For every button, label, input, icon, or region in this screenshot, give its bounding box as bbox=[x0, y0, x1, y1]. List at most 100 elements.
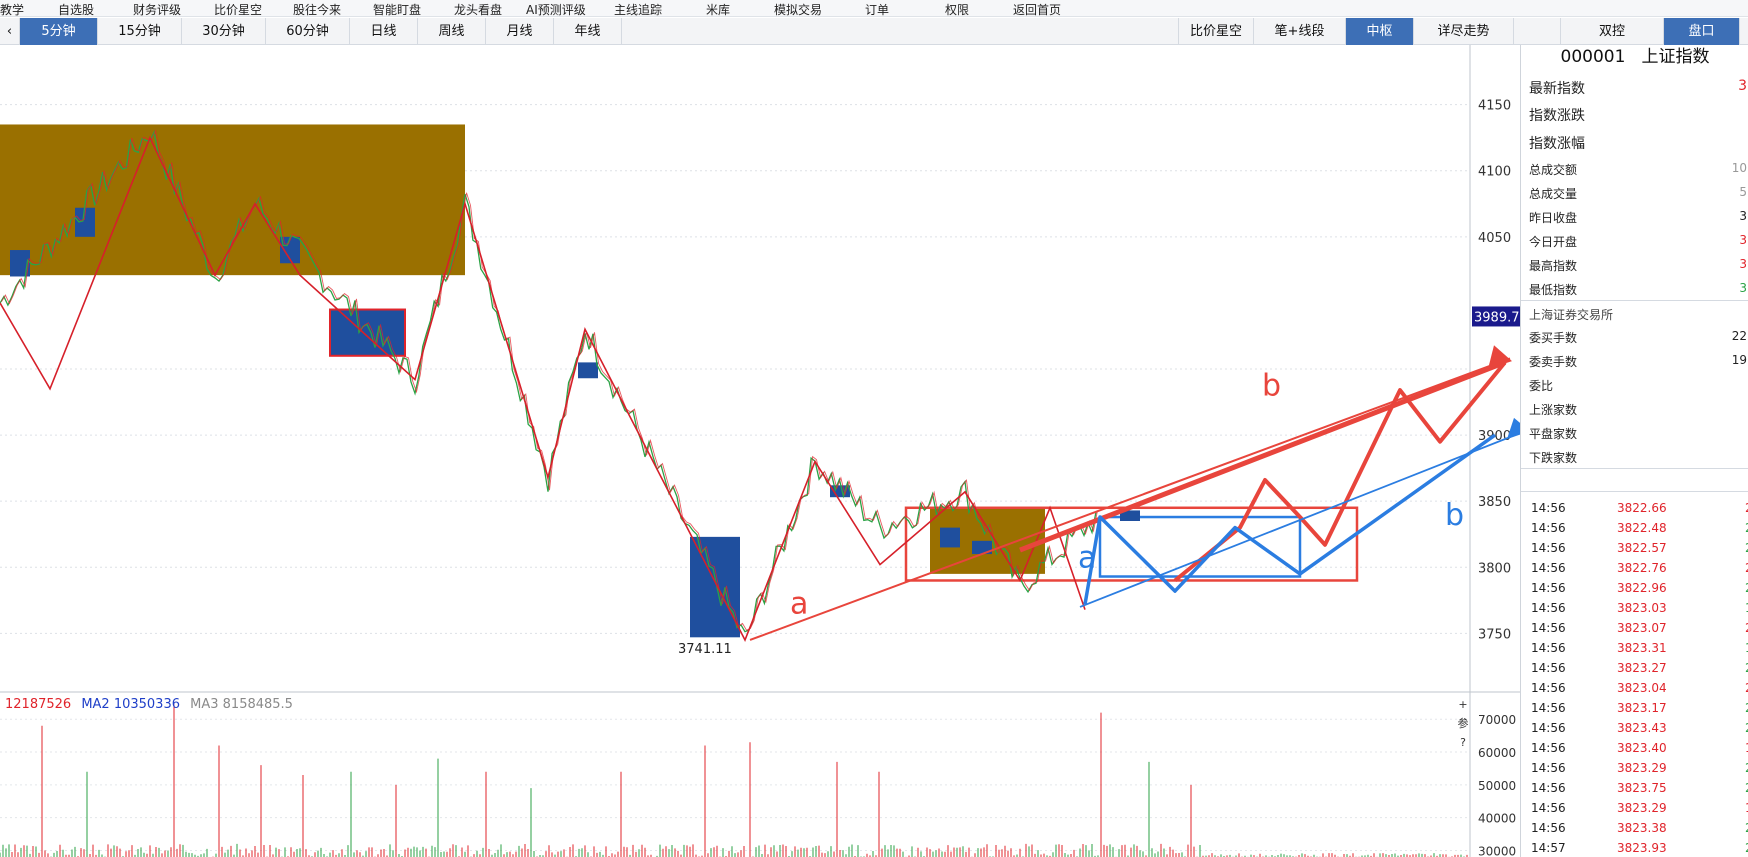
trade-price: 3823.07 bbox=[1617, 621, 1667, 635]
menu-item-permissions[interactable]: 权限 bbox=[945, 1, 969, 18]
tab-5min[interactable]: 5分钟 bbox=[20, 18, 98, 45]
trade-price: 3823.29 bbox=[1617, 761, 1667, 775]
menu-item-orders[interactable]: 订单 bbox=[865, 1, 889, 18]
volume-chart[interactable]: 70000 60000 50000 40000 30000 bbox=[0, 693, 1520, 857]
tab-30min[interactable]: 30分钟 bbox=[182, 18, 266, 45]
menu-item-history[interactable]: 股往今来 bbox=[293, 1, 341, 18]
quote-label: 指数涨幅 bbox=[1529, 136, 1585, 152]
tab-order-book[interactable]: 盘口 bbox=[1664, 18, 1740, 45]
trade-row: 14:563823.291 bbox=[1531, 801, 1748, 815]
zhongshu-block bbox=[690, 536, 740, 638]
trade-row: 14:563822.482 bbox=[1531, 521, 1748, 535]
tab-price-compare[interactable]: 比价星空 bbox=[1178, 18, 1254, 45]
quote-value: 3 bbox=[1738, 78, 1747, 94]
tab-60min[interactable]: 60分钟 bbox=[266, 18, 350, 45]
quote-label: 总成交量 bbox=[1529, 187, 1578, 201]
menu-item-teach[interactable]: 教学 bbox=[0, 1, 24, 18]
trade-row: 14:563823.292 bbox=[1531, 761, 1748, 775]
price-tick-label: 3850 bbox=[1478, 495, 1511, 510]
quote-label: 昨日收盘 bbox=[1529, 211, 1578, 225]
ma2-label: MA2 10350336 bbox=[81, 697, 180, 712]
tab-zhongshu[interactable]: 中枢 bbox=[1346, 18, 1414, 45]
menu-item-home[interactable]: 返回首页 bbox=[1013, 1, 1061, 18]
quote-label: 委买手数 bbox=[1529, 331, 1578, 345]
trade-row: 14:563822.662 bbox=[1531, 501, 1748, 515]
trade-time: 14:56 bbox=[1531, 561, 1566, 575]
annotation-label: a bbox=[1078, 540, 1096, 575]
tab-stroke-segment[interactable]: 笔+线段 bbox=[1254, 18, 1346, 45]
trade-price: 3823.04 bbox=[1617, 681, 1667, 695]
menu-item-watchlist[interactable]: 自选股 bbox=[58, 1, 94, 18]
exchange-name: 上海证券交易所 bbox=[1529, 308, 1614, 322]
tab-week[interactable]: 周线 bbox=[418, 18, 486, 45]
annotation-label: b bbox=[1262, 368, 1281, 403]
trade-row: 14:563822.572 bbox=[1531, 541, 1748, 555]
quote-label: 平盘家数 bbox=[1529, 427, 1578, 441]
menu-item-ai-predict[interactable]: AI预测评级 bbox=[526, 1, 586, 18]
volume-tick-label: 60000 bbox=[1478, 746, 1516, 760]
trade-price: 3823.29 bbox=[1617, 801, 1667, 815]
quote-row-change-pct: 指数涨幅 bbox=[1529, 133, 1741, 153]
volume-tick-label: 50000 bbox=[1478, 779, 1516, 793]
quote-row-ask: 委卖手数 19 bbox=[1529, 353, 1747, 370]
trade-price: 3822.66 bbox=[1617, 501, 1667, 515]
trade-row: 14:563823.031 bbox=[1531, 601, 1748, 615]
tab-dual-control[interactable]: 双控 bbox=[1560, 18, 1664, 45]
trade-time: 14:56 bbox=[1531, 621, 1566, 635]
period-tab-bar: ‹ 5分钟 15分钟 30分钟 60分钟 日线 周线 月线 年线 比价星空 笔+… bbox=[0, 18, 1748, 45]
quote-value: 3 bbox=[1739, 257, 1747, 271]
quote-label: 指数涨跌 bbox=[1529, 108, 1585, 124]
menu-item-sim-trade[interactable]: 模拟交易 bbox=[774, 1, 822, 18]
trade-price: 3823.43 bbox=[1617, 721, 1667, 735]
quote-value: 10 bbox=[1731, 161, 1747, 175]
trade-row: 14:563823.432 bbox=[1531, 721, 1748, 735]
price-tick-label: 3750 bbox=[1478, 627, 1511, 642]
quote-row-decliners: 下跌家数 bbox=[1529, 449, 1741, 466]
trade-price: 3822.76 bbox=[1617, 561, 1667, 575]
trade-price: 3823.27 bbox=[1617, 661, 1667, 675]
quote-row-advancers: 上涨家数 bbox=[1529, 401, 1741, 418]
tab-day[interactable]: 日线 bbox=[350, 18, 418, 45]
menu-item-miku[interactable]: 米库 bbox=[706, 1, 730, 18]
price-tick-label: 4150 bbox=[1478, 99, 1511, 114]
quote-label: 总成交额 bbox=[1529, 163, 1578, 177]
tab-detail-trend[interactable]: 详尽走势 bbox=[1414, 18, 1514, 45]
trade-row: 14:563823.311 bbox=[1531, 641, 1748, 655]
quote-value: 19 bbox=[1731, 353, 1747, 367]
price-tick-label: 3800 bbox=[1478, 561, 1511, 576]
tab-year[interactable]: 年线 bbox=[554, 18, 622, 45]
add-indicator-button[interactable]: + bbox=[1454, 697, 1472, 713]
trade-time: 14:56 bbox=[1531, 501, 1566, 515]
trade-row: 14:563823.382 bbox=[1531, 821, 1748, 835]
price-tick-label: 4100 bbox=[1478, 165, 1511, 180]
quote-row-turnover: 总成交额 10 bbox=[1529, 161, 1747, 178]
menu-item-main-line[interactable]: 主线追踪 bbox=[614, 1, 662, 18]
menu-item-leader-board[interactable]: 龙头看盘 bbox=[454, 1, 502, 18]
price-tick-label: 4050 bbox=[1478, 231, 1511, 246]
low-price-label: 3741.11 bbox=[678, 642, 732, 657]
quote-label: 今日开盘 bbox=[1529, 235, 1578, 249]
trade-row: 14:563823.401 bbox=[1531, 741, 1748, 755]
trade-time: 14:56 bbox=[1531, 721, 1566, 735]
stock-name: 上证指数 bbox=[1641, 47, 1710, 67]
menu-item-smart-watch[interactable]: 智能盯盘 bbox=[373, 1, 421, 18]
quote-row-change: 指数涨跌 bbox=[1529, 105, 1741, 125]
indicator-help-button[interactable]: ? bbox=[1454, 735, 1472, 751]
volume-tick-label: 30000 bbox=[1478, 844, 1516, 857]
trade-time: 14:57 bbox=[1531, 841, 1566, 855]
tab-15min[interactable]: 15分钟 bbox=[98, 18, 182, 45]
stock-code: 000001 bbox=[1560, 47, 1626, 67]
quote-value: 22 bbox=[1731, 329, 1747, 343]
kline-chart[interactable]: 4150410040503900385038003750abab3741.113… bbox=[0, 45, 1520, 693]
tab-scroll-left[interactable]: ‹ bbox=[0, 18, 20, 45]
menu-item-finance-rating[interactable]: 财务评级 bbox=[133, 1, 181, 18]
divider bbox=[1521, 468, 1748, 469]
indicator-params-button[interactable]: 参 bbox=[1454, 716, 1472, 732]
menu-item-price-compare[interactable]: 比价星空 bbox=[214, 1, 262, 18]
trade-row: 14:563823.072 bbox=[1531, 621, 1748, 635]
trade-time: 14:56 bbox=[1531, 781, 1566, 795]
volume-tick-label: 70000 bbox=[1478, 713, 1516, 727]
quote-label: 上涨家数 bbox=[1529, 403, 1578, 417]
trade-price: 3823.38 bbox=[1617, 821, 1667, 835]
tab-month[interactable]: 月线 bbox=[486, 18, 554, 45]
